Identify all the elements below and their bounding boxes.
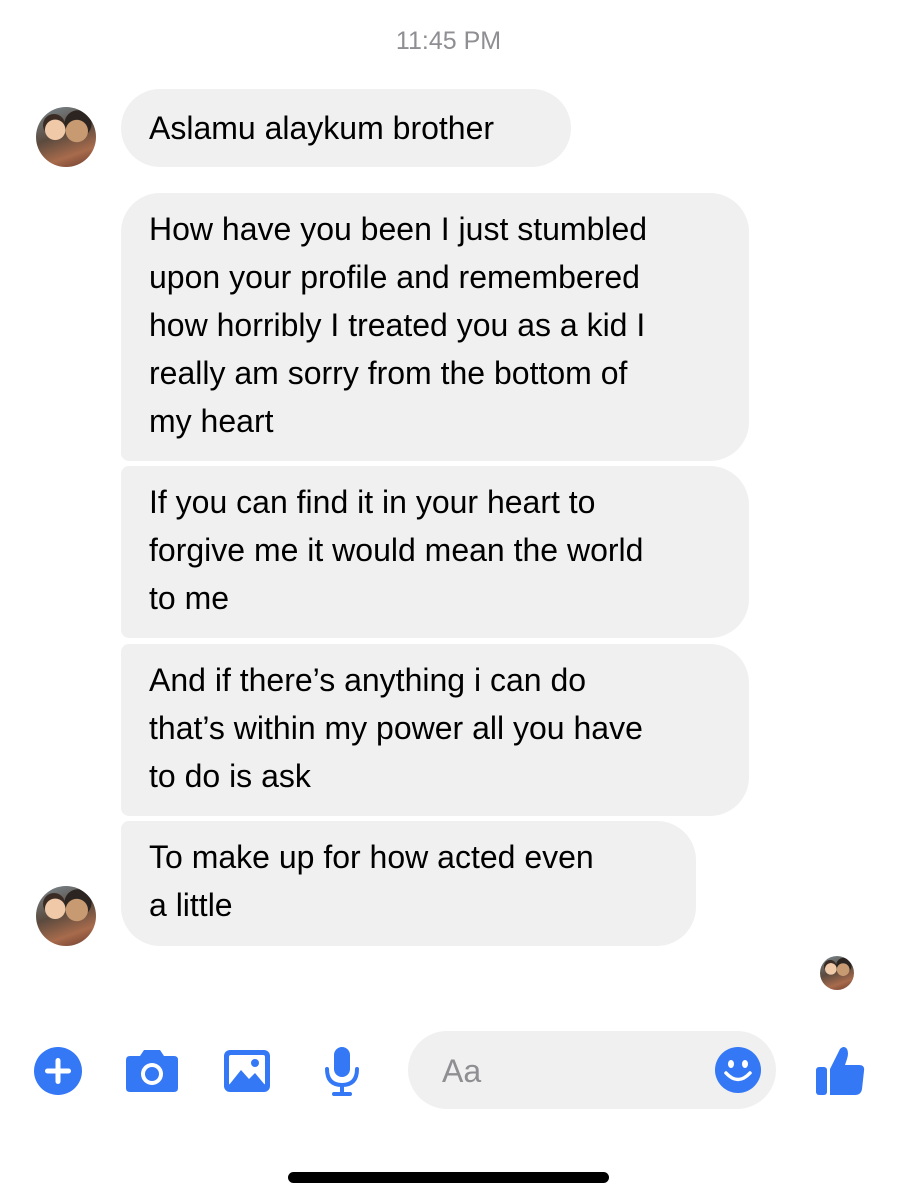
emoji-icon[interactable] bbox=[714, 1046, 762, 1094]
message-input[interactable] bbox=[440, 1049, 694, 1093]
read-receipt-avatar bbox=[820, 956, 854, 990]
home-indicator bbox=[288, 1172, 609, 1183]
contact-avatar[interactable] bbox=[36, 886, 96, 946]
contact-avatar[interactable] bbox=[36, 107, 96, 167]
message-bubble[interactable]: To make up for how acted even a little bbox=[121, 821, 696, 946]
like-button[interactable] bbox=[814, 1045, 866, 1097]
message-bubble[interactable]: If you can find it in your heart to forg… bbox=[121, 466, 749, 638]
gallery-button[interactable] bbox=[222, 1045, 272, 1097]
camera-icon bbox=[126, 1050, 178, 1092]
plus-icon bbox=[34, 1047, 82, 1095]
microphone-icon bbox=[325, 1047, 359, 1096]
thumbs-up-icon bbox=[816, 1047, 865, 1095]
message-bubble[interactable]: Aslamu alaykum brother bbox=[121, 89, 571, 167]
microphone-button[interactable] bbox=[322, 1045, 362, 1097]
message-timestamp: 11:45 PM bbox=[395, 27, 502, 55]
message-composer[interactable] bbox=[408, 1031, 776, 1109]
gallery-icon bbox=[224, 1050, 270, 1092]
message-bubble[interactable]: And if there’s anything i can do that’s … bbox=[121, 644, 749, 816]
message-bubble[interactable]: How have you been I just stumbled upon y… bbox=[121, 193, 749, 461]
plus-button[interactable] bbox=[32, 1045, 84, 1097]
camera-button[interactable] bbox=[124, 1045, 180, 1097]
